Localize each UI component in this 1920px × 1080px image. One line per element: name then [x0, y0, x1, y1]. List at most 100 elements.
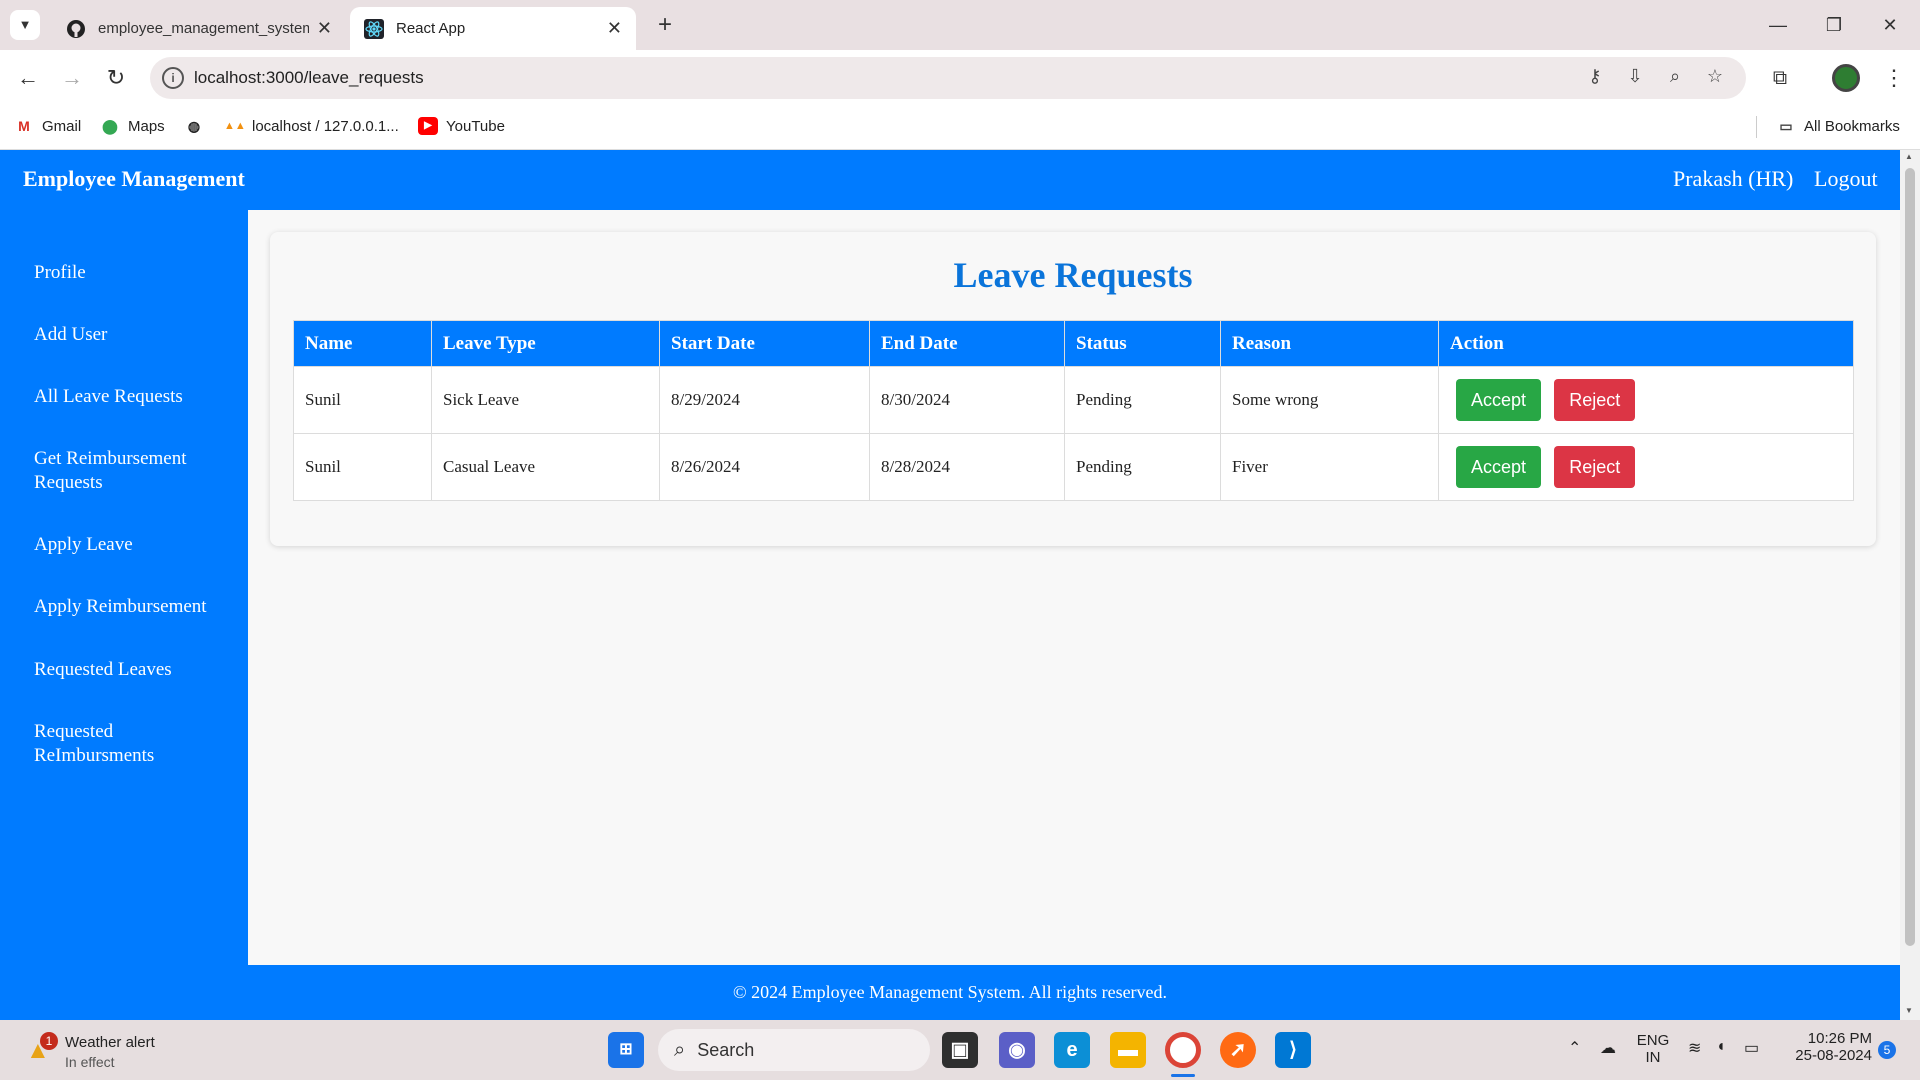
- cell-action: Accept Reject: [1438, 366, 1854, 434]
- weather-subtitle: In effect: [65, 1054, 115, 1070]
- cell-name: Sunil: [293, 366, 432, 434]
- react-icon: [364, 18, 384, 39]
- close-icon[interactable]: ✕: [607, 18, 622, 39]
- sidebar-item-profile[interactable]: Profile: [34, 261, 234, 285]
- vscode-icon[interactable]: ⟩: [1275, 1032, 1311, 1068]
- main-content: Leave Requests Name Leave Type Start Dat…: [248, 210, 1900, 965]
- sidebar-item-requested-leaves[interactable]: Requested Leaves: [34, 658, 234, 682]
- logout-link[interactable]: Logout: [1814, 166, 1878, 192]
- reject-button[interactable]: Reject: [1554, 379, 1636, 421]
- tab-title: React App: [396, 20, 466, 37]
- address-bar[interactable]: i localhost:3000/leave_requests ⚷ ⇩ ⌕ ☆: [150, 57, 1746, 99]
- start-icon[interactable]: ⊞: [608, 1032, 644, 1068]
- edge-icon[interactable]: e: [1054, 1032, 1090, 1068]
- scrollbar-thumb[interactable]: [1905, 168, 1915, 946]
- column-header: Start Date: [659, 320, 870, 367]
- sidebar-item-reimbursement-requests[interactable]: Get Reimbursement Requests: [34, 447, 234, 495]
- clock[interactable]: 10:26 PM 25-08-2024: [1782, 1030, 1872, 1064]
- install-app-icon[interactable]: ⇩: [1622, 66, 1648, 90]
- cell-reason: Some wrong: [1220, 366, 1439, 434]
- column-header: Action: [1438, 320, 1854, 367]
- phpmyadmin-icon: ▲▲: [224, 120, 246, 132]
- language-indicator[interactable]: ENG IN: [1636, 1032, 1670, 1066]
- restore-button[interactable]: ❐: [1814, 10, 1854, 40]
- bookmark-youtube[interactable]: ▶ YouTube: [418, 117, 505, 135]
- sidebar: Profile Add User All Leave Requests Get …: [0, 210, 248, 965]
- sidebar-item-apply-reimbursement[interactable]: Apply Reimbursement: [34, 595, 234, 619]
- tab-react-app[interactable]: React App ✕: [350, 7, 636, 50]
- search-icon: ⌕: [674, 1038, 686, 1061]
- chrome-icon[interactable]: [1165, 1032, 1201, 1068]
- all-bookmarks-button[interactable]: ▭ All Bookmarks: [1776, 117, 1899, 135]
- puzzle-icon: ⧉: [1772, 67, 1788, 89]
- language-bottom: IN: [1645, 1049, 1661, 1066]
- tab-github[interactable]: employee_management_system ✕: [52, 7, 346, 50]
- file-explorer-icon[interactable]: ▬: [1110, 1032, 1146, 1068]
- brand-title[interactable]: Employee Management: [23, 166, 245, 192]
- page-title: Leave Requests: [953, 255, 1193, 295]
- onedrive-icon[interactable]: ☁: [1600, 1038, 1616, 1058]
- notification-badge[interactable]: 5: [1878, 1041, 1896, 1059]
- cell-end-date: 8/28/2024: [869, 433, 1065, 501]
- volume-icon[interactable]: ◖: [1716, 1038, 1726, 1056]
- maps-icon: ⬤: [102, 118, 118, 134]
- sidebar-item-requested-reimbursements[interactable]: Requested ReImbursments: [34, 720, 234, 768]
- minimize-button[interactable]: ―: [1758, 10, 1798, 40]
- sidebar-item-add-user[interactable]: Add User: [34, 323, 234, 347]
- forward-button[interactable]: →: [56, 62, 88, 94]
- extensions-button[interactable]: ⧉: [1764, 62, 1796, 94]
- postman-icon[interactable]: ➚: [1220, 1032, 1256, 1068]
- reload-icon: ↻: [106, 65, 126, 90]
- sidebar-item-all-leave-requests[interactable]: All Leave Requests: [34, 385, 234, 409]
- profile-avatar[interactable]: [1832, 64, 1860, 92]
- reload-button[interactable]: ↻: [100, 62, 132, 94]
- chevron-up-icon[interactable]: ⌃: [1568, 1038, 1581, 1058]
- bookmark-gmail[interactable]: M Gmail: [14, 117, 81, 135]
- youtube-icon: ▶: [418, 117, 438, 135]
- github-icon: [67, 19, 85, 38]
- bookmarks-bar: M Gmail ⬤ Maps ◍ ▲▲ localhost / 127.0.0.…: [0, 106, 1920, 150]
- browser-tab-bar: ▼ employee_management_system ✕ React App…: [0, 0, 1920, 50]
- user-name: Prakash (HR): [1673, 166, 1794, 191]
- back-button[interactable]: ←: [12, 62, 44, 94]
- cell-start-date: 8/29/2024: [659, 366, 870, 434]
- battery-icon[interactable]: ▭: [1744, 1038, 1759, 1058]
- new-tab-button[interactable]: +: [650, 10, 680, 40]
- scroll-down-icon[interactable]: ▼: [1905, 1006, 1913, 1015]
- folder-icon: ▭: [1779, 118, 1793, 134]
- arrow-left-icon: ←: [17, 65, 39, 90]
- task-view-icon[interactable]: ▣: [942, 1032, 978, 1068]
- web-page: Employee Management Prakash (HR) Logout …: [0, 150, 1900, 1020]
- leave-requests-table: Name Leave Type Start Date End Date Stat…: [293, 320, 1854, 501]
- gmail-icon: M: [18, 118, 30, 134]
- weather-widget[interactable]: ▲ 1 Weather alert In effect: [24, 1032, 214, 1072]
- zoom-icon[interactable]: ⌕: [1662, 66, 1688, 90]
- sidebar-item-apply-leave[interactable]: Apply Leave: [34, 533, 234, 557]
- bookmark-label: Maps: [128, 117, 165, 135]
- bookmark-star-icon[interactable]: ☆: [1702, 66, 1728, 90]
- divider: [1756, 116, 1757, 138]
- accept-button[interactable]: Accept: [1456, 379, 1542, 421]
- accept-button[interactable]: Accept: [1456, 446, 1542, 488]
- bookmark-maps[interactable]: ⬤ Maps: [100, 117, 165, 135]
- tab-search-button[interactable]: ▼: [10, 10, 40, 40]
- browser-menu-button[interactable]: ⋮: [1878, 62, 1910, 94]
- teams-icon[interactable]: ◉: [999, 1032, 1035, 1068]
- close-icon[interactable]: ✕: [317, 18, 332, 39]
- taskbar-search[interactable]: ⌕ Search: [658, 1029, 930, 1071]
- bookmark-label: YouTube: [446, 117, 505, 135]
- wifi-icon[interactable]: ≋: [1688, 1038, 1701, 1058]
- reject-button[interactable]: Reject: [1554, 446, 1636, 488]
- app-footer: © 2024 Employee Management System. All r…: [0, 965, 1900, 1020]
- weather-badge: 1: [40, 1032, 58, 1050]
- page-scrollbar[interactable]: ▲ ▼: [1900, 150, 1920, 1020]
- close-window-button[interactable]: ✕: [1870, 10, 1910, 40]
- site-info-icon[interactable]: i: [162, 67, 184, 89]
- password-key-icon[interactable]: ⚷: [1582, 66, 1608, 90]
- url-text: localhost:3000/leave_requests: [194, 68, 424, 87]
- bookmark-globe[interactable]: ◍: [184, 117, 212, 135]
- column-header: Name: [293, 320, 432, 367]
- bookmark-phpmyadmin[interactable]: ▲▲ localhost / 127.0.0.1...: [224, 117, 399, 135]
- search-label: Search: [697, 1039, 755, 1060]
- scroll-up-icon[interactable]: ▲: [1905, 152, 1913, 161]
